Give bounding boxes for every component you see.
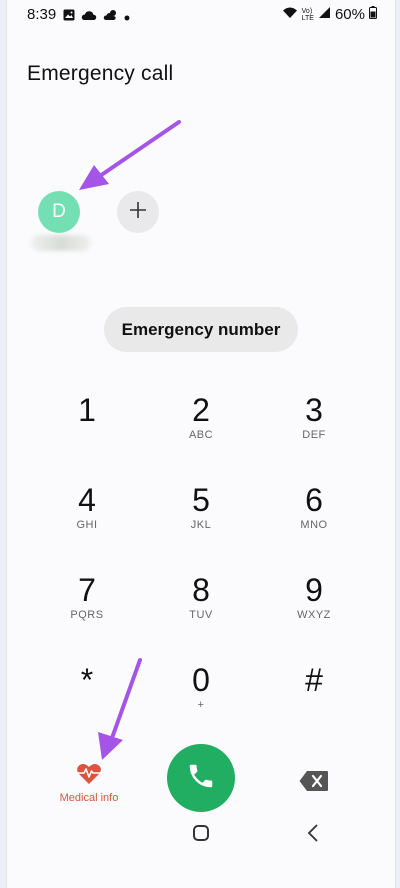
signal-icon [318,6,331,23]
dot-icon [124,8,130,26]
key-0[interactable]: 0 + [156,662,246,724]
plus-icon [128,200,148,225]
home-nav-icon[interactable] [193,825,209,841]
medical-info-button[interactable]: Medical info [49,763,129,811]
battery-icon [369,6,377,23]
key-digit: 6 [305,482,323,518]
key-digit: * [80,662,94,698]
key-digit: 9 [305,572,323,608]
key-digit: 1 [78,392,96,428]
key-4[interactable]: 4 GHI [42,482,132,544]
key-8[interactable]: 8 TUV [156,572,246,634]
status-bar: 8:39 Vo) LTE 60% [7,0,395,30]
key-letters: DEF [302,429,326,441]
key-digit: 5 [192,482,210,518]
battery-percent: 60% [334,6,365,23]
volte-label: Vo) LTE [301,7,314,22]
key-6[interactable]: 6 MNO [269,482,359,544]
emergency-number-button[interactable]: Emergency number [104,307,298,352]
key-digit: 3 [305,392,323,428]
key-7[interactable]: 7 PQRS [42,572,132,634]
page-title: Emergency call [27,62,174,85]
medical-info-label: Medical info [59,792,119,804]
key-letters: GHI [76,519,98,531]
key-5[interactable]: 5 JKL [156,482,246,544]
key-letters: ABC [188,429,214,441]
key-letters: MNO [300,519,328,531]
key-digit: 7 [78,572,96,608]
phone-screen: 8:39 Vo) LTE 60% Emergency call D Emerge… [6,0,396,888]
contact-avatar[interactable]: D [38,191,80,233]
notification-icons [63,8,130,26]
key-star[interactable]: * [42,662,132,724]
key-letters: JKL [190,519,212,531]
key-3[interactable]: 3 DEF [269,392,359,454]
contact-name-blurred [31,235,91,251]
key-digit: # [305,662,323,698]
status-time: 8:39 [27,6,57,23]
key-digit: 4 [78,482,96,518]
key-digit: 2 [192,392,210,428]
cloud-icon [81,8,97,26]
key-2[interactable]: 2 ABC [156,392,246,454]
wifi-icon [282,6,298,23]
key-hash[interactable]: # [269,662,359,724]
back-nav-icon[interactable] [307,823,319,848]
key-1[interactable]: 1 [42,392,132,454]
heart-pulse-icon [76,764,102,789]
gallery-icon [63,8,75,26]
backspace-icon [299,771,329,796]
key-digit: 0 [192,662,210,698]
key-9[interactable]: 9 WXYZ [269,572,359,634]
key-letters: TUV [189,609,213,621]
add-emergency-contact-button[interactable] [117,191,159,233]
key-letters: + [197,699,205,711]
backspace-button[interactable] [299,770,329,792]
key-letters: WXYZ [297,609,331,621]
key-letters: PQRS [70,609,104,621]
call-button[interactable] [167,744,235,812]
phone-icon [186,761,216,796]
key-digit: 8 [192,572,210,608]
status-right: Vo) LTE 60% [282,6,377,23]
cloud-sun-icon [103,8,118,26]
